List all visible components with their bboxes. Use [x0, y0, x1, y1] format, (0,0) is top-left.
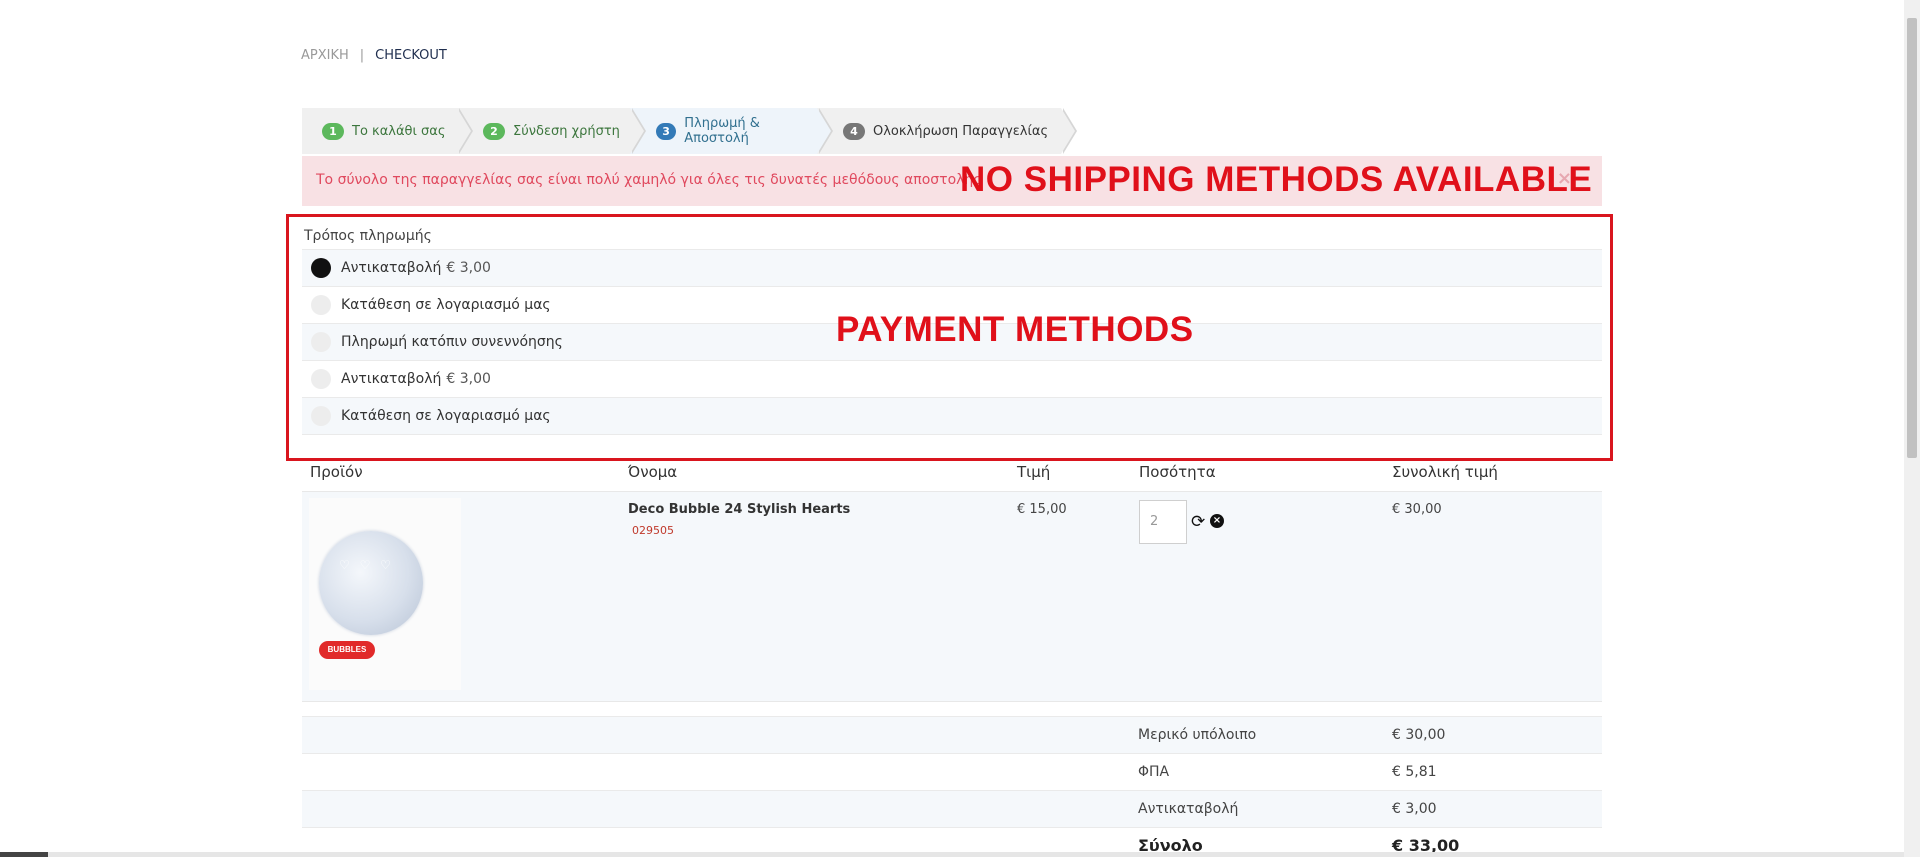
- scrollbar-thumb[interactable]: [1907, 18, 1917, 458]
- step-number: 1: [322, 122, 344, 140]
- alert-message: Το σύνολο της παραγγελίας σας είναι πολύ…: [316, 172, 982, 188]
- taskbar-fragment: [0, 852, 48, 857]
- payment-title: Τρόπος πληρωμής: [304, 228, 432, 244]
- balloon-image: [319, 531, 423, 635]
- radio-button[interactable]: [311, 332, 331, 352]
- step-label: Σύνδεση χρήστη: [513, 123, 620, 139]
- payment-option[interactable]: Αντικαταβολή € 3,00: [302, 360, 1602, 397]
- summary-value: € 3,00: [1392, 801, 1437, 817]
- table-row: [302, 491, 1602, 702]
- payment-option-label: Αντικαταβολή: [341, 371, 442, 387]
- product-image[interactable]: ♡ ♡ ♡ BUBBLES: [309, 498, 461, 690]
- step-number: 2: [483, 122, 505, 140]
- annotation-payment-methods: PAYMENT METHODS: [836, 310, 1194, 349]
- product-total-price: € 30,00: [1392, 502, 1442, 517]
- radio-button[interactable]: [311, 295, 331, 315]
- column-header-quantity: Ποσότητα: [1139, 463, 1216, 481]
- product-sku: 029505: [632, 524, 674, 537]
- step-label: Το καλάθι σας: [352, 123, 446, 139]
- payment-option[interactable]: Αντικαταβολή € 3,00: [302, 249, 1602, 286]
- vertical-scrollbar[interactable]: [1904, 0, 1920, 857]
- radio-button[interactable]: [311, 369, 331, 389]
- summary-row-cod-fee: Αντικαταβολή € 3,00: [302, 790, 1602, 827]
- breadcrumb-separator: |: [359, 48, 365, 63]
- step-cart[interactable]: 1 Το καλάθι σας: [302, 108, 473, 154]
- breadcrumb-current: CHECKOUT: [375, 48, 447, 63]
- payment-option-label: Πληρωμή κατόπιν συνεννόησης: [341, 334, 563, 350]
- column-header-product: Προϊόν: [310, 463, 363, 481]
- radio-button[interactable]: [311, 406, 331, 426]
- remove-icon[interactable]: ×: [1210, 514, 1224, 528]
- annotation-no-shipping: NO SHIPPING METHODS AVAILABLE: [960, 160, 1593, 199]
- step-complete-order[interactable]: 4 Ολοκλήρωση Παραγγελίας: [817, 108, 1077, 154]
- payment-option[interactable]: Κατάθεση σε λογαριασμό μας: [302, 397, 1602, 435]
- column-header-price: Τιμή: [1017, 463, 1051, 481]
- payment-option-label: Αντικαταβολή: [341, 260, 442, 276]
- payment-option-label: Κατάθεση σε λογαριασμό μας: [341, 408, 551, 424]
- summary-value: € 30,00: [1392, 727, 1446, 743]
- quantity-input[interactable]: 2: [1139, 500, 1187, 544]
- payment-option-price: € 3,00: [446, 371, 491, 387]
- refresh-icon[interactable]: ⟳: [1191, 512, 1205, 532]
- column-header-name: Όνομα: [628, 463, 678, 481]
- summary-label: ΦΠΑ: [1138, 764, 1170, 780]
- hearts-decoration: ♡ ♡ ♡: [339, 558, 394, 572]
- step-login[interactable]: 2 Σύνδεση χρήστη: [457, 108, 646, 154]
- step-number: 4: [843, 122, 865, 140]
- summary-label: Μερικό υπόλοιπο: [1138, 727, 1257, 743]
- payment-option-label: Κατάθεση σε λογαριασμό μας: [341, 297, 551, 313]
- summary-row-subtotal: Μερικό υπόλοιπο € 30,00: [302, 716, 1602, 753]
- checkout-steps: 1 Το καλάθι σας 2 Σύνδεση χρήστη 3 Πληρω…: [302, 108, 1082, 154]
- summary-label: Αντικαταβολή: [1138, 801, 1239, 817]
- radio-button-selected[interactable]: [311, 258, 331, 278]
- breadcrumb: ΑΡΧΙΚΗ | CHECKOUT: [301, 48, 447, 63]
- step-payment-shipping[interactable]: 3 Πληρωμή & Αποστολή: [630, 108, 833, 154]
- payment-option-price: € 3,00: [446, 260, 491, 276]
- breadcrumb-home-link[interactable]: ΑΡΧΙΚΗ: [301, 48, 349, 63]
- column-header-total: Συνολική τιμή: [1392, 463, 1498, 481]
- product-name[interactable]: Deco Bubble 24 Stylish Hearts: [628, 502, 850, 517]
- summary-row-total: Σύνολο € 33,00: [302, 827, 1602, 864]
- summary-row-vat: ΦΠΑ € 5,81: [302, 753, 1602, 790]
- summary-value: € 5,81: [1392, 764, 1437, 780]
- horizontal-scrollbar[interactable]: [0, 852, 1904, 857]
- step-label: Πληρωμή & Αποστολή: [684, 116, 760, 146]
- step-number: 3: [656, 122, 677, 140]
- step-label: Ολοκλήρωση Παραγγελίας: [873, 123, 1049, 139]
- product-unit-price: € 15,00: [1017, 502, 1067, 517]
- brand-logo: BUBBLES: [319, 641, 375, 659]
